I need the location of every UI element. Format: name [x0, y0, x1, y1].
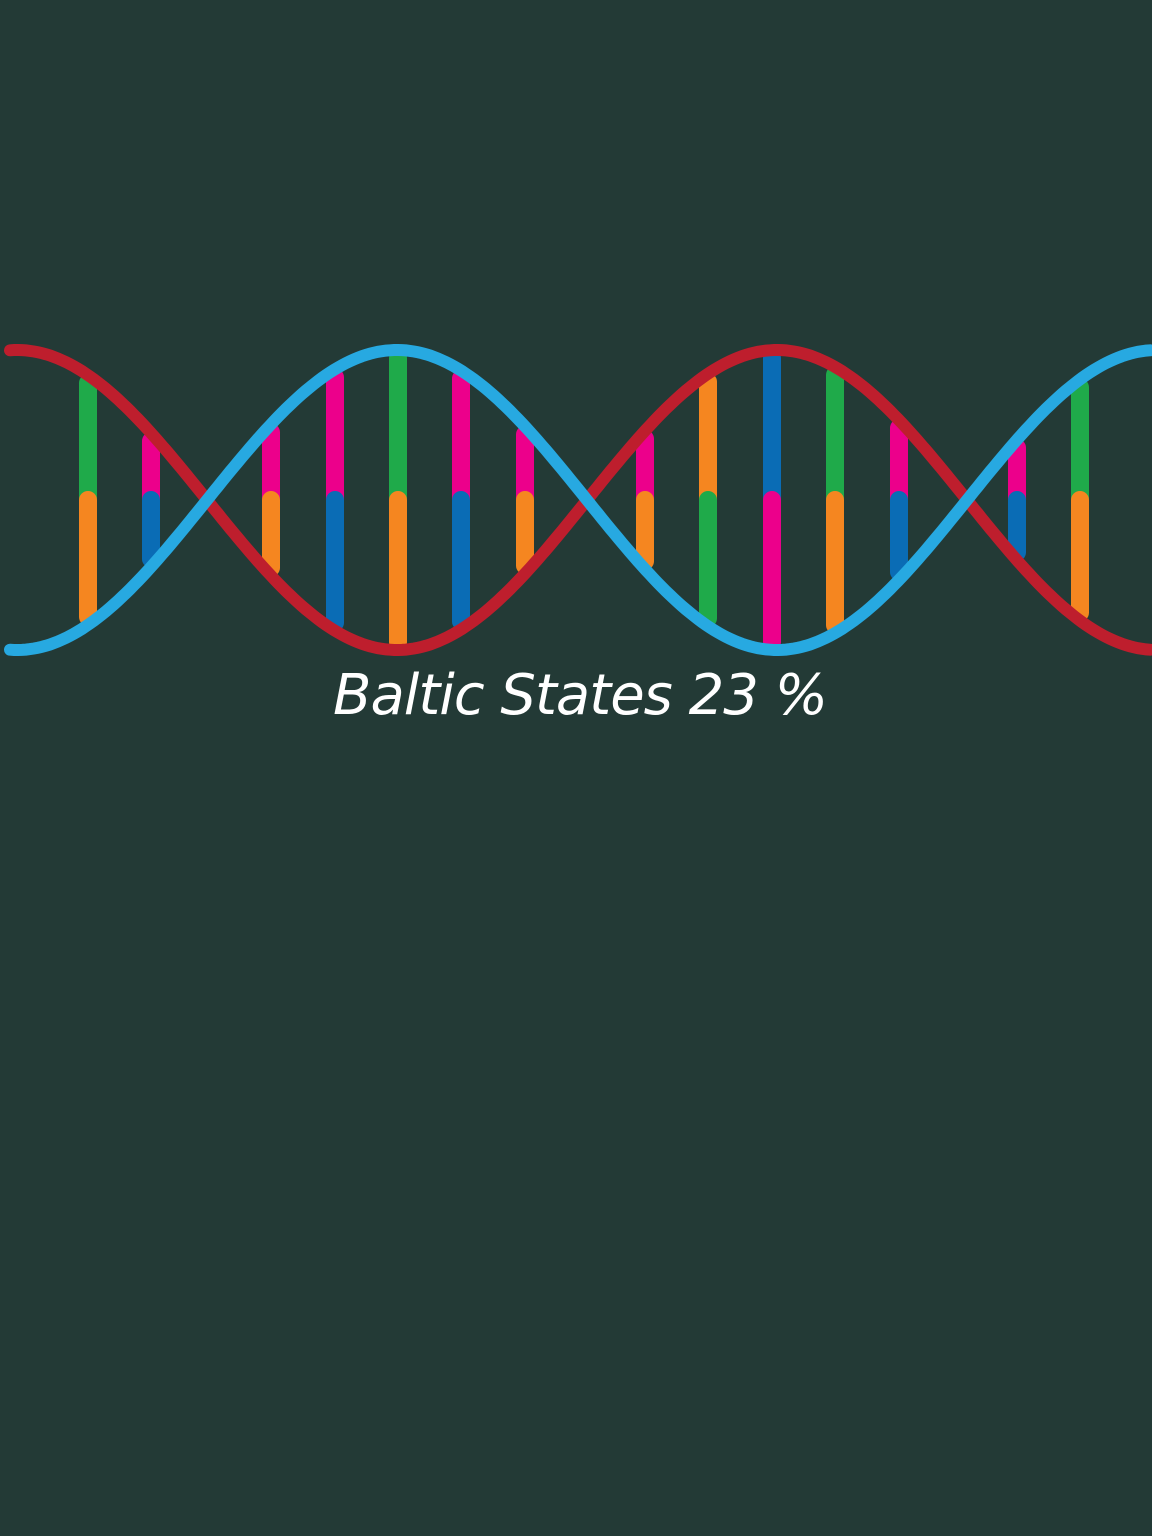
dna-helix-graphic: [4, 344, 1152, 656]
dna-strand-blue: [4, 344, 1152, 656]
caption: Baltic States 23 %: [0, 668, 1152, 724]
caption-value: 23: [688, 663, 759, 728]
caption-label: Baltic States: [333, 663, 673, 728]
caption-unit: %: [774, 663, 828, 728]
